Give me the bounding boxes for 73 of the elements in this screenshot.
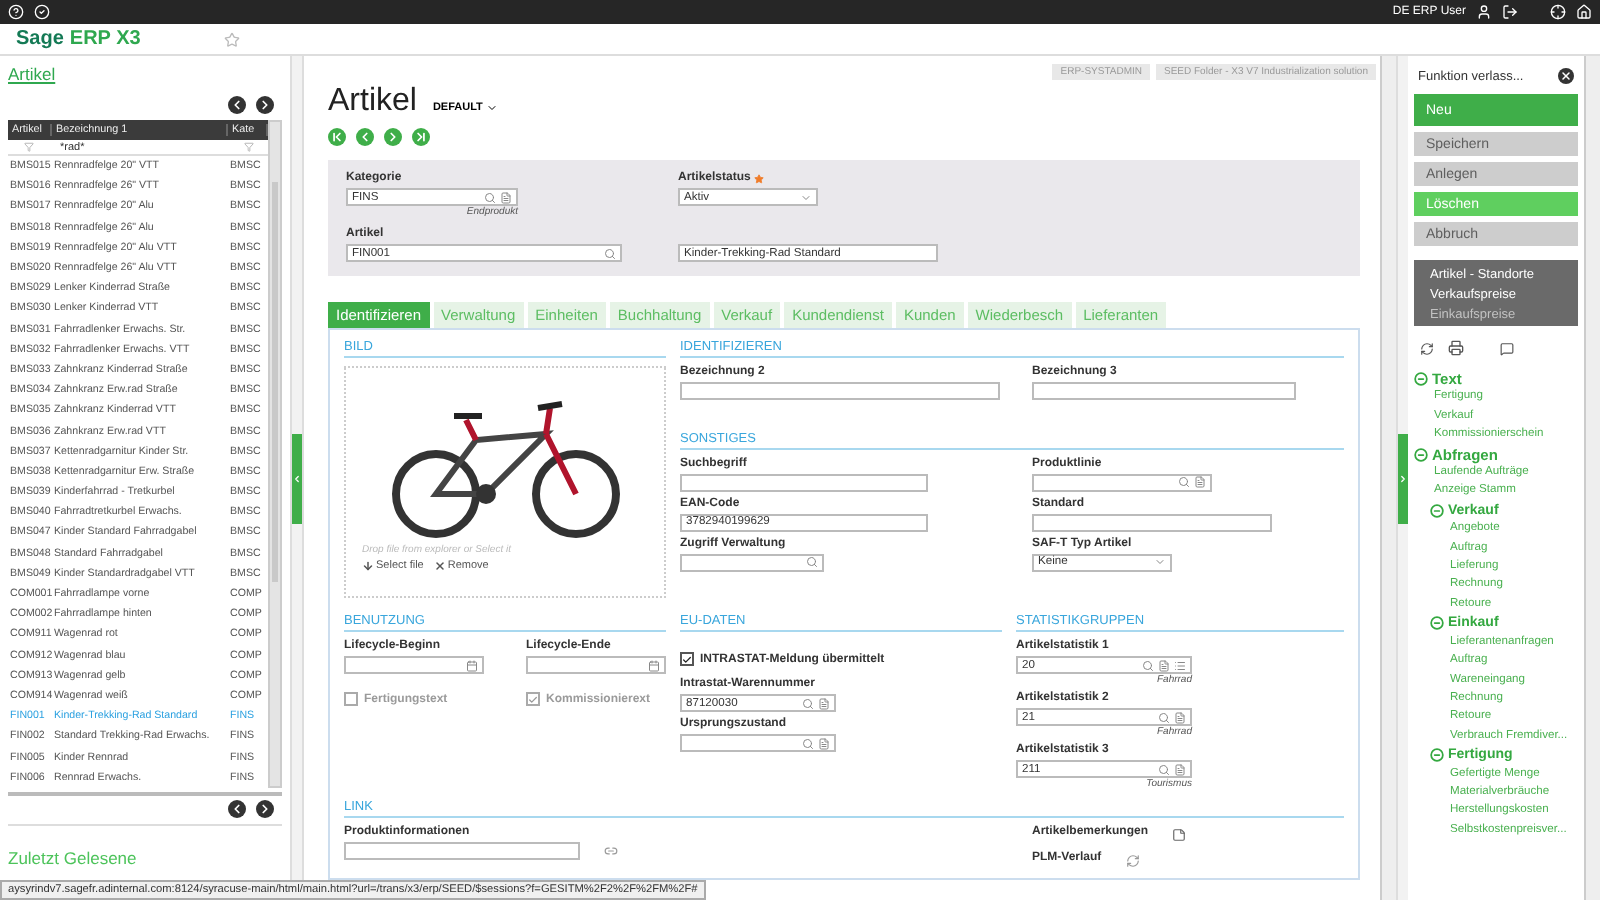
filter-icon xyxy=(244,142,254,152)
input-field[interactable] xyxy=(680,553,824,571)
search-icon xyxy=(1142,659,1154,671)
collapse-icon xyxy=(1430,748,1444,763)
next-icon[interactable] xyxy=(256,799,274,818)
dropdown-caret-icon xyxy=(1154,556,1166,568)
input-field[interactable] xyxy=(680,473,928,491)
search-icon xyxy=(802,737,814,749)
chat-icon xyxy=(1500,341,1514,355)
collapse-icon xyxy=(1430,616,1444,631)
calendar-icon xyxy=(648,659,660,671)
input-field[interactable] xyxy=(344,842,580,860)
document-icon xyxy=(1158,659,1170,671)
dropdown-caret-icon xyxy=(800,191,812,203)
calendar-icon xyxy=(466,659,478,671)
search-icon xyxy=(806,556,818,568)
previous-record-icon[interactable] xyxy=(356,128,374,146)
check-icon xyxy=(34,4,50,20)
last-record-icon[interactable] xyxy=(412,128,430,146)
caret-icon xyxy=(486,102,499,114)
refresh-icon xyxy=(1420,341,1434,355)
crosshair-icon xyxy=(1550,4,1566,20)
link-icon xyxy=(604,844,618,858)
filter-icon xyxy=(24,142,34,152)
document-icon xyxy=(818,697,830,709)
search-icon xyxy=(1158,711,1170,723)
document-icon xyxy=(1194,476,1206,488)
input-field[interactable] xyxy=(680,382,1000,400)
logout-icon xyxy=(1502,4,1518,20)
help-icon xyxy=(8,4,24,20)
input-field[interactable] xyxy=(1032,513,1272,531)
checkbox[interactable] xyxy=(680,652,694,666)
next-record-icon[interactable] xyxy=(384,128,402,146)
collapse-icon xyxy=(1414,372,1428,387)
input-field[interactable] xyxy=(526,656,666,674)
search-icon xyxy=(604,247,616,259)
history-icon xyxy=(1125,853,1140,867)
next-icon[interactable] xyxy=(256,96,274,114)
document-icon xyxy=(818,737,830,749)
list-icon xyxy=(1174,659,1186,671)
input-field[interactable] xyxy=(1032,382,1296,400)
expand-handle[interactable] xyxy=(1398,433,1408,523)
note-icon xyxy=(1172,827,1187,841)
search-icon xyxy=(1178,476,1190,488)
search-icon xyxy=(802,697,814,709)
first-record-icon[interactable] xyxy=(328,128,346,146)
brand-name: Sage xyxy=(16,28,64,50)
document-icon xyxy=(1174,711,1186,723)
document-icon xyxy=(1174,763,1186,775)
close-button[interactable] xyxy=(1558,68,1574,84)
scrollbar[interactable] xyxy=(8,791,282,796)
input-field[interactable] xyxy=(1032,473,1212,491)
product-name: ERP X3 xyxy=(69,28,141,50)
page-title: Artikel xyxy=(328,84,417,120)
scrollbar[interactable] xyxy=(1584,56,1600,900)
input-field[interactable] xyxy=(680,734,836,752)
star-icon xyxy=(224,31,240,47)
previous-icon[interactable] xyxy=(228,96,246,114)
collapse-handle[interactable] xyxy=(292,433,302,523)
search-icon xyxy=(1158,763,1170,775)
previous-icon[interactable] xyxy=(228,799,246,818)
scrollbar[interactable] xyxy=(268,120,282,788)
scrollbar[interactable] xyxy=(1380,56,1396,900)
collapse-icon xyxy=(1430,504,1444,519)
printer-icon xyxy=(1448,340,1464,356)
document-icon xyxy=(500,191,512,203)
search-icon xyxy=(484,191,496,203)
home-icon xyxy=(1576,4,1592,20)
cross-icon xyxy=(433,560,446,572)
arrow-down-icon xyxy=(362,560,374,572)
collapse-icon xyxy=(1414,447,1428,462)
user-icon xyxy=(1476,4,1492,20)
input-field[interactable] xyxy=(344,656,484,674)
